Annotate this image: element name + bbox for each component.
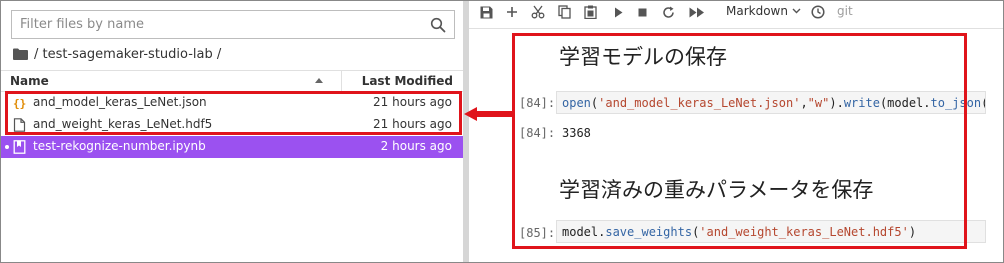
fast-forward-icon[interactable] [688, 4, 706, 20]
cell-type-label: Markdown [726, 4, 788, 18]
file-row-selected[interactable]: test-rekognize-number.ipynb 2 hours ago [1, 136, 463, 158]
breadcrumb: / test-sagemaker-studio-lab / [13, 45, 221, 63]
search-icon[interactable] [430, 17, 446, 33]
breadcrumb-path[interactable]: / test-sagemaker-studio-lab / [34, 47, 221, 62]
cell-type-dropdown[interactable]: Markdown [726, 4, 801, 18]
clock-icon[interactable] [810, 4, 826, 20]
code-token: ()) [981, 96, 985, 110]
highlight-box-cells [512, 33, 967, 249]
restart-icon[interactable] [661, 4, 675, 20]
running-indicator-dot [5, 145, 9, 149]
toolbar-divider [469, 28, 1003, 29]
sort-ascending-icon[interactable] [315, 78, 323, 83]
cut-icon[interactable] [531, 4, 545, 20]
save-icon[interactable] [479, 4, 493, 20]
highlight-box-files [5, 91, 462, 135]
file-list-header: Name Last Modified [1, 70, 463, 93]
file-name: test-rekognize-number.ipynb [33, 139, 206, 153]
chevron-down-icon [792, 8, 801, 14]
file-filter-input[interactable] [12, 11, 412, 38]
run-icon[interactable] [612, 4, 624, 20]
stop-icon[interactable] [636, 4, 648, 20]
name-column-header[interactable]: Name [10, 74, 49, 88]
git-label[interactable]: git [837, 4, 853, 18]
paste-icon[interactable] [583, 4, 597, 20]
add-cell-icon[interactable] [505, 4, 519, 20]
file-filter-box[interactable] [11, 10, 455, 39]
file-modified: 2 hours ago [380, 139, 452, 153]
copy-icon[interactable] [557, 4, 571, 20]
folder-icon[interactable] [13, 48, 28, 60]
last-modified-column-header[interactable]: Last Modified [362, 74, 453, 88]
notebook-toolbar: Markdown git [469, 1, 1003, 23]
notebook-icon [13, 140, 26, 154]
arrow-left-icon [464, 107, 512, 121]
column-separator[interactable] [341, 71, 342, 93]
